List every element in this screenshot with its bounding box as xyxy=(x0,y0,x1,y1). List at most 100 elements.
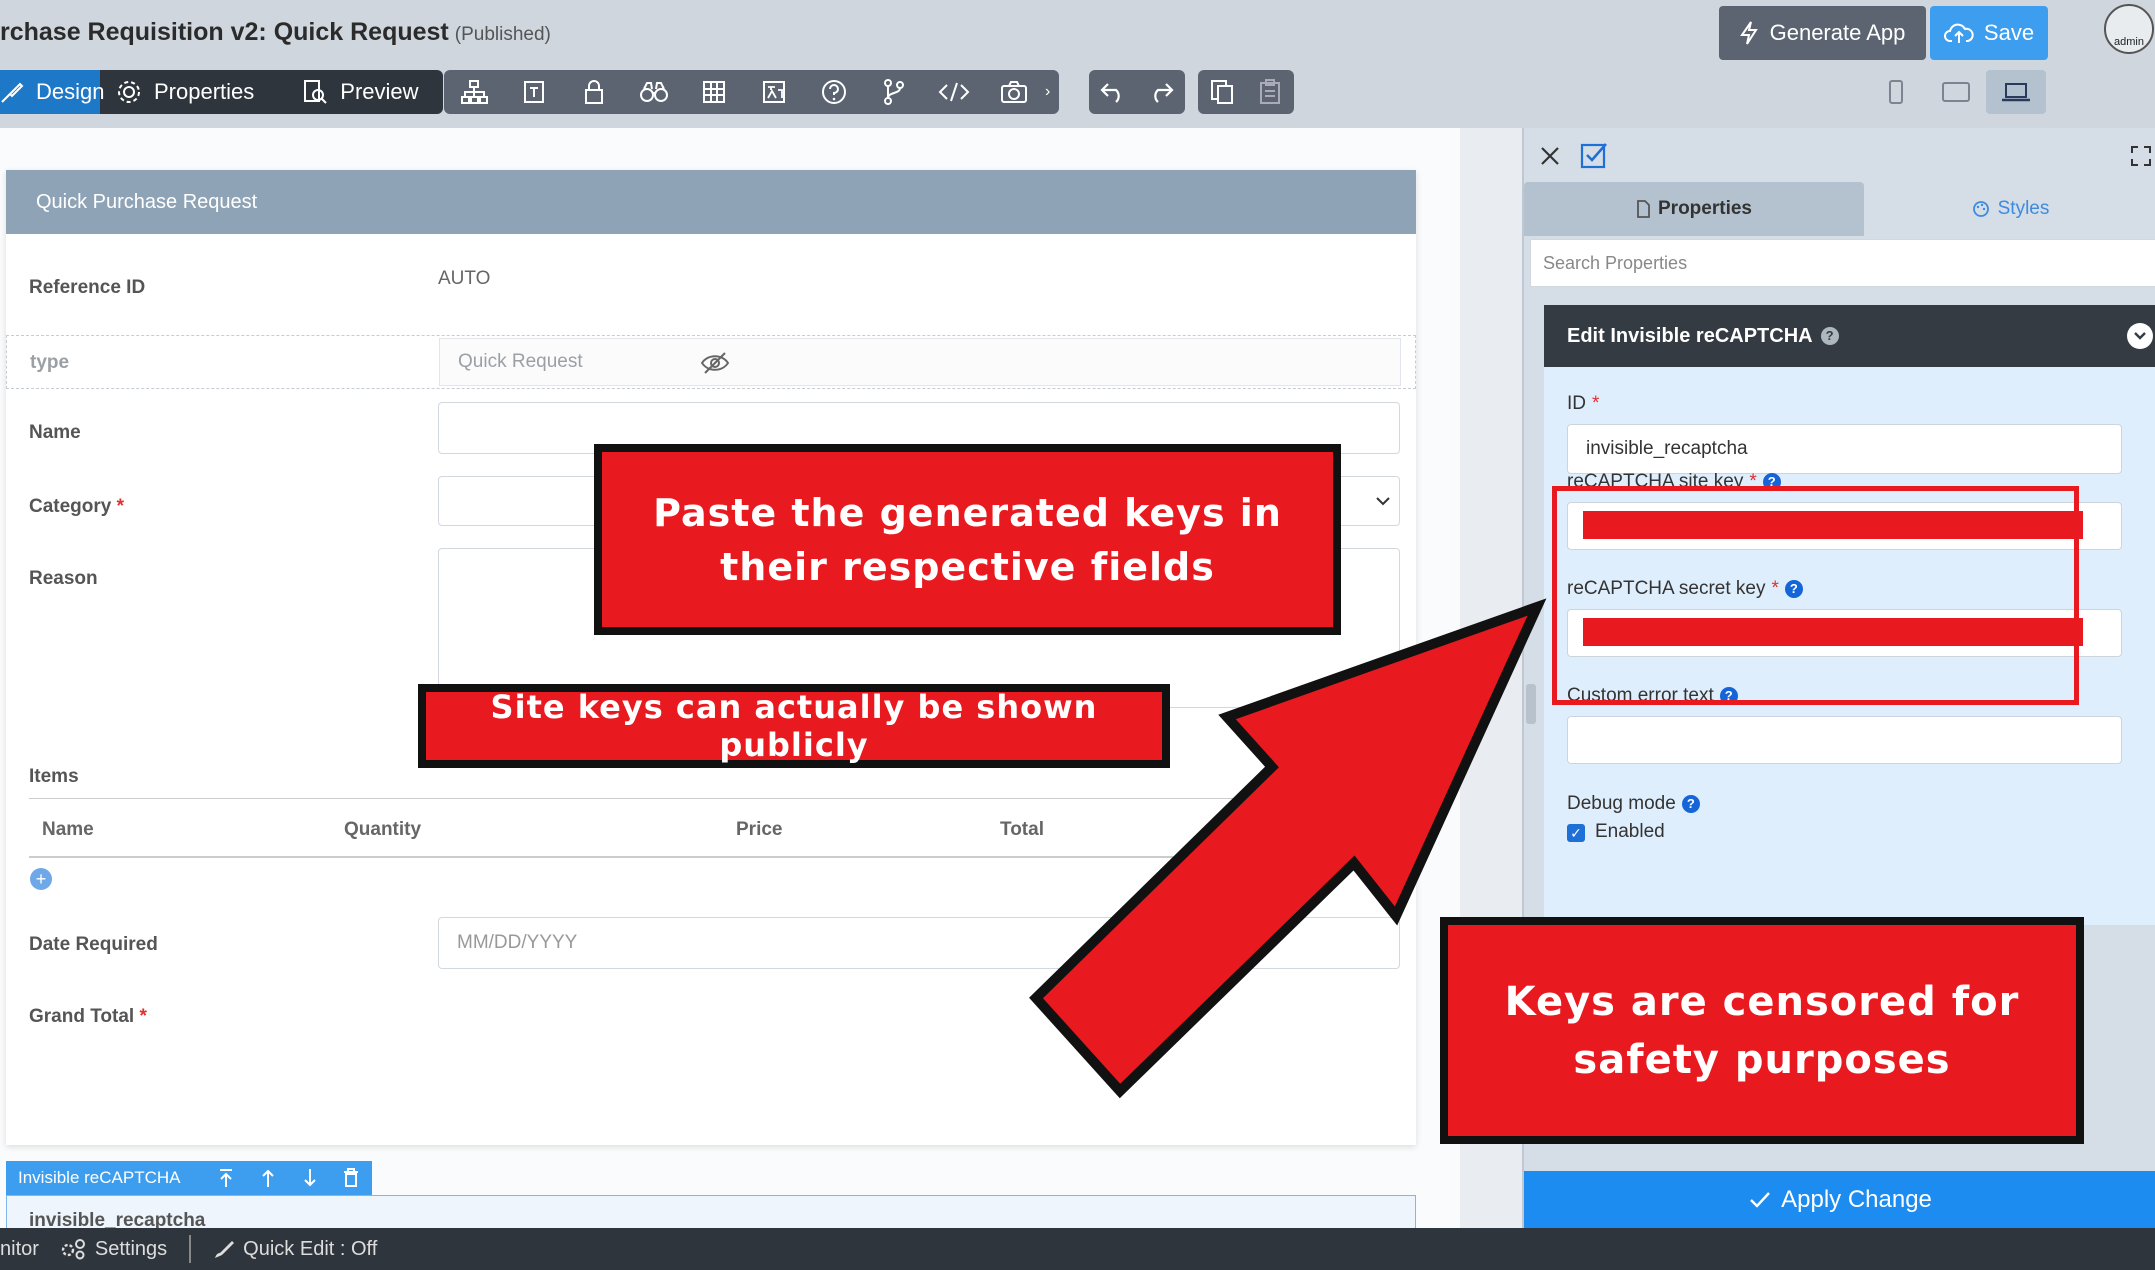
reference-label: Reference ID xyxy=(29,277,146,298)
chevron-down-icon xyxy=(1376,497,1390,506)
help-icon[interactable]: ? xyxy=(1681,795,1700,813)
phone-icon xyxy=(1889,80,1903,104)
tab-properties[interactable]: Properties xyxy=(1524,182,1864,236)
panel-tabs: Properties Styles xyxy=(1524,182,2155,236)
delete-button[interactable] xyxy=(330,1168,372,1188)
canvas-area: Quick Purchase Request Reference ID AUTO… xyxy=(0,128,1460,1245)
move-top-button[interactable] xyxy=(205,1168,247,1188)
apply-change-button[interactable]: Apply Change xyxy=(1524,1171,2155,1228)
translate-icon xyxy=(763,81,785,103)
generate-app-button[interactable]: Generate App xyxy=(1719,6,1926,60)
panel-resize-handle[interactable] xyxy=(1526,684,1536,724)
tablet-view-button[interactable] xyxy=(1926,70,1986,114)
help-icon xyxy=(822,80,846,104)
device-switcher xyxy=(1866,70,2046,114)
help-button[interactable] xyxy=(804,70,864,114)
binoculars-icon xyxy=(640,82,668,102)
date-input[interactable]: MM/DD/YYYY xyxy=(438,917,1400,969)
lock-button[interactable] xyxy=(564,70,624,114)
selected-widget-toolbar: Invisible reCAPTCHA xyxy=(6,1161,372,1195)
checkbox-checked-icon[interactable] xyxy=(1580,141,1608,169)
design-mode-button[interactable]: Design xyxy=(0,70,104,114)
undo-icon xyxy=(1100,83,1120,103)
column-total: Total xyxy=(1000,819,1044,840)
branch-button[interactable] xyxy=(864,70,924,114)
clipboard-group xyxy=(1198,70,1294,114)
save-button[interactable]: Save xyxy=(1930,6,2048,60)
search-placeholder: Search Properties xyxy=(1543,252,1688,273)
table-icon xyxy=(703,81,725,103)
debug-enabled-checkbox[interactable]: ✓ xyxy=(1567,824,1585,842)
help-icon[interactable]: ? xyxy=(1820,327,1839,345)
form-card: Quick Purchase Request Reference ID AUTO… xyxy=(6,170,1416,1145)
required-mark: * xyxy=(1592,393,1600,414)
phone-view-button[interactable] xyxy=(1866,70,1926,114)
design-mode-label: Design xyxy=(36,79,105,104)
callout-keys-censored-text: Keys are censored for safety purposes xyxy=(1504,978,2020,1083)
tree-icon xyxy=(461,80,488,104)
edit-card-title: Edit Invisible reCAPTCHA xyxy=(1567,324,1813,347)
date-placeholder: MM/DD/YYYY xyxy=(457,932,578,953)
callout-site-keys-text: Site keys can actually be shown publicly xyxy=(490,688,1098,764)
lightning-icon xyxy=(1739,21,1758,45)
code-icon xyxy=(938,82,970,102)
debug-enabled-label: Enabled xyxy=(1595,821,1665,842)
reference-value: AUTO xyxy=(438,268,491,289)
form-header[interactable]: Quick Purchase Request xyxy=(6,170,1416,234)
id-value: invisible_recaptcha xyxy=(1586,438,1748,459)
git-branch-icon xyxy=(884,79,904,105)
brush-icon xyxy=(1,82,24,103)
settings-label: Settings xyxy=(94,1237,168,1260)
redo-icon xyxy=(1154,83,1174,103)
tab-properties-label: Properties xyxy=(1658,198,1752,219)
collapse-chevron-icon[interactable] xyxy=(2127,323,2153,349)
widget-type-label: Invisible reCAPTCHA xyxy=(18,1168,181,1187)
code-button[interactable] xyxy=(924,70,984,114)
lock-icon xyxy=(585,80,603,104)
move-up-button[interactable] xyxy=(247,1168,289,1188)
laptop-icon xyxy=(2002,83,2030,102)
cloud-upload-icon xyxy=(1943,23,1974,43)
screenshot-button[interactable] xyxy=(984,70,1044,114)
callout-site-keys-public: Site keys can actually be shown publicly xyxy=(418,684,1170,768)
properties-mode-label: Properties xyxy=(154,79,255,104)
tree-button[interactable] xyxy=(444,70,504,114)
table-button[interactable] xyxy=(684,70,744,114)
tab-styles-label: Styles xyxy=(1997,198,2050,219)
laptop-view-button[interactable] xyxy=(1986,70,2046,114)
required-mark: * xyxy=(116,496,125,517)
toolbar-tools xyxy=(444,70,1059,114)
move-down-button[interactable] xyxy=(289,1168,331,1188)
user-avatar[interactable]: admin xyxy=(2104,4,2154,54)
highlight-box-keys xyxy=(1552,486,2079,705)
close-icon[interactable] xyxy=(1540,146,1560,166)
toolbar-overflow-chevron[interactable]: › xyxy=(1045,70,1059,114)
translate-button[interactable] xyxy=(744,70,804,114)
copy-icon xyxy=(1211,80,1233,104)
grand-total-label: Grand Total * xyxy=(29,1006,147,1028)
preview-mode-button[interactable]: Preview xyxy=(278,70,442,114)
edit-card-header[interactable]: Edit Invisible reCAPTCHA ? xyxy=(1544,305,2155,367)
undo-button[interactable] xyxy=(1089,70,1137,114)
expand-icon[interactable] xyxy=(2130,145,2152,167)
app-title: rchase Requisition v2: Quick Request (Pub… xyxy=(0,18,551,47)
properties-mode-button[interactable]: Properties xyxy=(100,70,278,114)
copy-button[interactable] xyxy=(1198,70,1246,114)
gears-icon xyxy=(61,1239,85,1260)
id-input[interactable]: invisible_recaptcha xyxy=(1567,424,2122,474)
tab-styles[interactable]: Styles xyxy=(1864,182,2155,236)
paste-button[interactable] xyxy=(1246,70,1294,114)
type-row[interactable]: type Quick Request xyxy=(6,335,1416,389)
category-label: Category * xyxy=(29,496,124,518)
add-row-icon[interactable]: + xyxy=(30,868,52,890)
search-properties-input[interactable]: Search Properties xyxy=(1530,239,2155,287)
trash-icon xyxy=(344,1168,359,1187)
settings-item[interactable]: Settings xyxy=(49,1238,177,1261)
form-button[interactable] xyxy=(504,70,564,114)
check-icon xyxy=(1750,1191,1770,1208)
quick-edit-item[interactable]: Quick Edit : Off xyxy=(203,1238,387,1261)
redo-button[interactable] xyxy=(1137,70,1185,114)
binoculars-button[interactable] xyxy=(624,70,684,114)
monitor-item[interactable]: nitor xyxy=(0,1238,49,1261)
custom-error-input[interactable] xyxy=(1567,716,2122,764)
